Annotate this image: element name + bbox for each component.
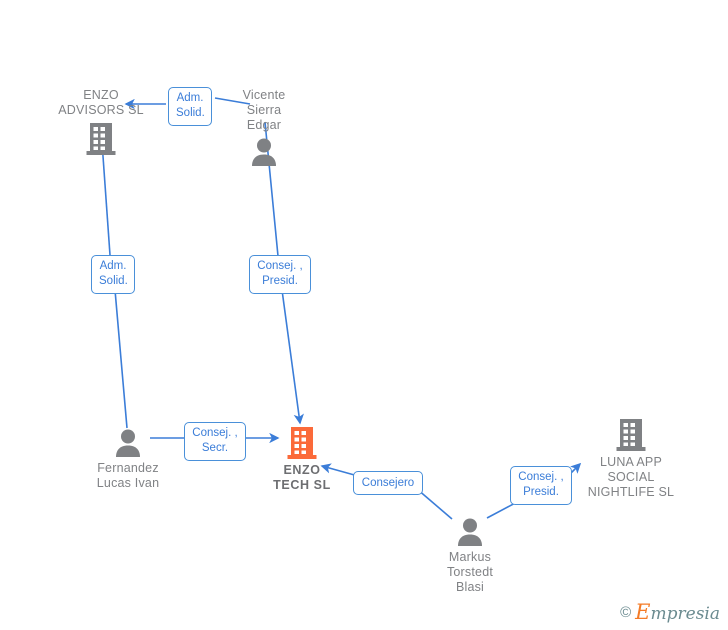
empresia-watermark: © Empresia <box>620 600 720 624</box>
node-label-fernandez-lucas-ivan: Fernandez Lucas Ivan <box>96 461 160 490</box>
node-luna-app[interactable]: LUNA APP SOCIAL NIGHTLIFE SL <box>551 418 711 500</box>
person-icon <box>249 137 279 167</box>
edge-line-fernandez-to-chip-adm-solid2 <box>114 289 128 429</box>
edge-line-markus-to-chip-consejero <box>416 488 453 520</box>
copyright-icon: © <box>620 603 632 621</box>
brand-wordmark: Empresia <box>635 600 720 624</box>
node-label-enzo-advisors: ENZO ADVISORS SL <box>58 88 144 117</box>
brand-initial: E <box>635 600 651 624</box>
node-label-luna-app: LUNA APP SOCIAL NIGHTLIFE SL <box>587 455 675 499</box>
node-enzo-advisors[interactable]: ENZO ADVISORS SL <box>21 88 181 156</box>
edge-label-fernandez-enzo-tech[interactable]: Consej. , Secr. <box>184 422 246 461</box>
building-icon <box>287 426 317 460</box>
edge-label-markus-enzo-tech[interactable]: Consejero <box>353 471 423 495</box>
person-icon <box>455 517 485 547</box>
edge-label-vicente-enzo-advisors[interactable]: Adm. Solid. <box>168 87 212 126</box>
edge-line-chip-consej-presid-to-enzo-tech <box>281 289 304 425</box>
edge-label-markus-luna-app[interactable]: Consej. , Presid. <box>510 466 572 505</box>
node-label-enzo-tech: ENZO TECH SL <box>273 463 331 492</box>
edge-label-fernandez-enzo-advisors[interactable]: Adm. Solid. <box>91 255 135 294</box>
building-icon <box>86 122 116 156</box>
brand-rest: mpresia <box>650 604 721 624</box>
node-markus-torstedt-blasi[interactable]: Markus Torstedt Blasi <box>390 517 550 595</box>
relationship-diagram-canvas: ENZO ADVISORS SL Vicente Sierra Edgar Fe… <box>0 0 728 630</box>
building-icon <box>616 418 646 452</box>
edge-label-vicente-enzo-tech[interactable]: Consej. , Presid. <box>249 255 311 294</box>
node-label-vicente-sierra-edgar: Vicente Sierra Edgar <box>242 88 286 132</box>
person-icon <box>113 428 143 458</box>
node-label-markus-torstedt-blasi: Markus Torstedt Blasi <box>446 550 494 594</box>
